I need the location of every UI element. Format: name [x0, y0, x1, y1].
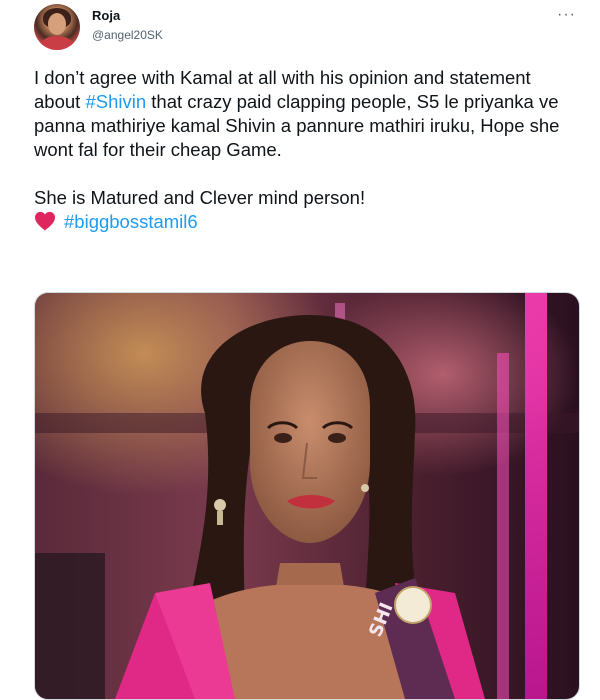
author-display-name[interactable]: Roja — [92, 8, 163, 23]
author-handle[interactable]: @angel20SK — [92, 28, 163, 42]
tweet-paragraph-1: I don’t agree with Kamal at all with his… — [34, 66, 564, 162]
avatar-face — [48, 13, 66, 35]
red-heart-icon — [35, 211, 55, 231]
tweet-paragraph-2: She is Matured and Clever mind person! — [34, 187, 366, 208]
avatar[interactable] — [34, 4, 80, 50]
tweet-text: I don’t agree with Kamal at all with his… — [34, 66, 564, 234]
hashtag-biggbosstamil6-link[interactable]: #biggbosstamil6 — [64, 211, 198, 232]
tweet-header: Roja @angel20SK ··· — [34, 4, 584, 52]
tweet-card: Roja @angel20SK ··· I don’t agree with K… — [0, 0, 600, 700]
more-options-icon[interactable]: ··· — [557, 7, 576, 23]
tweet-paragraph-3: #biggbosstamil6 — [34, 210, 564, 234]
tweet-media-photo[interactable]: SHI — [34, 292, 580, 700]
hashtag-shivin-link[interactable]: #Shivin — [85, 91, 146, 112]
author-info: Roja @angel20SK — [92, 8, 163, 42]
photo-woman-in-pink-dress: SHI — [35, 293, 579, 699]
avatar-dress — [40, 36, 74, 50]
